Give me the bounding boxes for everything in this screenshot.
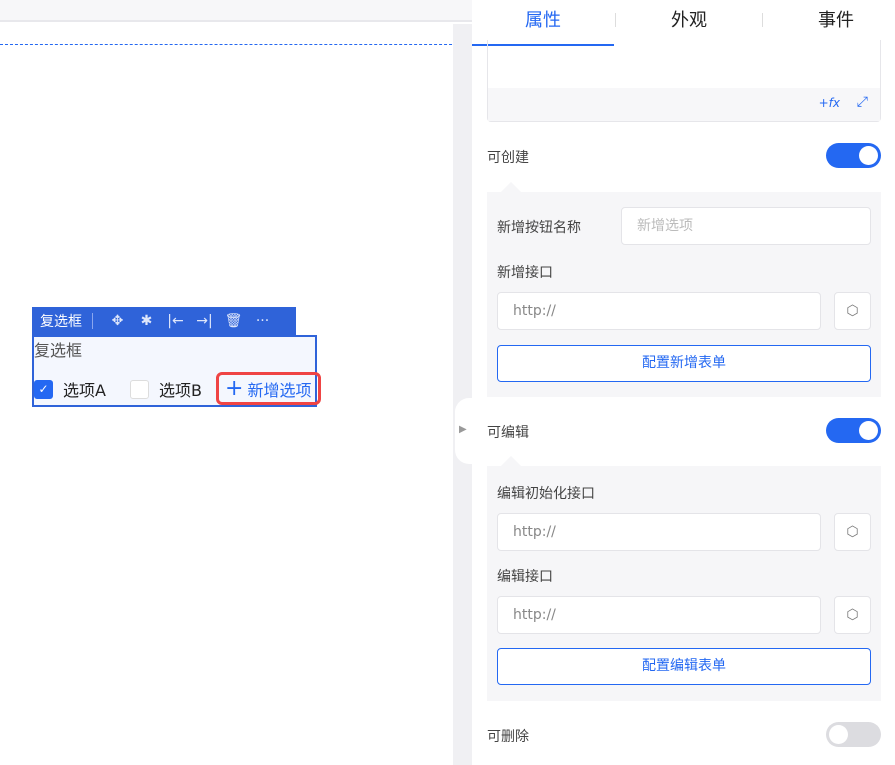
option-a[interactable]: ✓ 选项A (34, 377, 106, 401)
expand-icon[interactable]: ⤢ (857, 94, 868, 110)
checkbox-checked-icon[interactable]: ✓ (34, 379, 53, 399)
button-name-label: 新增按钮名称 (497, 220, 581, 236)
fx-icon[interactable]: +fx (819, 96, 840, 110)
editable-section: 编辑初始化接口 http:// ⬡ 编辑接口 http:// ⬡ 配置编辑表单 (487, 456, 881, 701)
more-icon[interactable]: ··· (248, 313, 277, 329)
checkbox-unchecked-icon[interactable] (130, 379, 149, 399)
editable-toggle[interactable] (826, 418, 881, 443)
add-option-label: 新增选项 (247, 380, 312, 400)
api-settings-icon[interactable]: ⬡ (834, 513, 871, 551)
creatable-label: 可创建 (487, 150, 529, 166)
config-edit-form-button[interactable]: 配置编辑表单 (497, 648, 871, 685)
move-icon[interactable]: ✥ (103, 313, 132, 329)
add-api-label: 新增接口 (497, 265, 553, 281)
canvas-guide-line (0, 44, 472, 45)
canvas-top-strip (0, 0, 472, 22)
bug-icon[interactable]: ✱ (132, 313, 161, 329)
removable-toggle[interactable] (826, 722, 881, 747)
component-label: 复选框 (34, 341, 83, 360)
panel-gutter (453, 24, 472, 765)
option-b[interactable]: 选项B (130, 377, 202, 401)
editable-label: 可编辑 (487, 425, 529, 441)
editor-footer: +fx ⤢ (488, 88, 880, 121)
component-toolbar: 复选框 ✥ ✱ |← →| 🗑 ··· (32, 307, 296, 335)
expression-editor[interactable]: +fx ⤢ (487, 40, 881, 122)
option-label: 选项A (63, 381, 106, 400)
creatable-toggle[interactable] (826, 143, 881, 168)
config-add-form-button[interactable]: 配置新增表单 (497, 345, 871, 382)
plus-icon: + (225, 376, 244, 401)
add-option-button[interactable]: + 新增选项 (216, 372, 321, 405)
init-api-input[interactable]: http:// (497, 513, 821, 551)
init-api-label: 编辑初始化接口 (497, 486, 595, 502)
add-api-input[interactable]: http:// (497, 292, 821, 330)
properties-panel: 属性 外观 事件 +fx ⤢ 可创建 新增按钮名称 新增选项 新增接口 http… (472, 0, 895, 765)
align-right-icon[interactable]: →| (190, 313, 219, 329)
creatable-section: 新增按钮名称 新增选项 新增接口 http:// ⬡ 配置新增表单 (487, 182, 881, 397)
api-settings-icon[interactable]: ⬡ (834, 292, 871, 330)
api-settings-icon[interactable]: ⬡ (834, 596, 871, 634)
edit-api-label: 编辑接口 (497, 569, 553, 585)
align-left-icon[interactable]: |← (161, 313, 190, 329)
component-toolbar-title: 复选框 (40, 314, 82, 330)
option-label: 选项B (159, 381, 202, 400)
button-name-input[interactable]: 新增选项 (621, 207, 871, 245)
divider (92, 313, 93, 329)
edit-api-input[interactable]: http:// (497, 596, 821, 634)
trash-icon[interactable]: 🗑 (219, 313, 248, 329)
removable-label: 可删除 (487, 729, 529, 745)
caret-right-icon: ▶ (459, 424, 467, 435)
